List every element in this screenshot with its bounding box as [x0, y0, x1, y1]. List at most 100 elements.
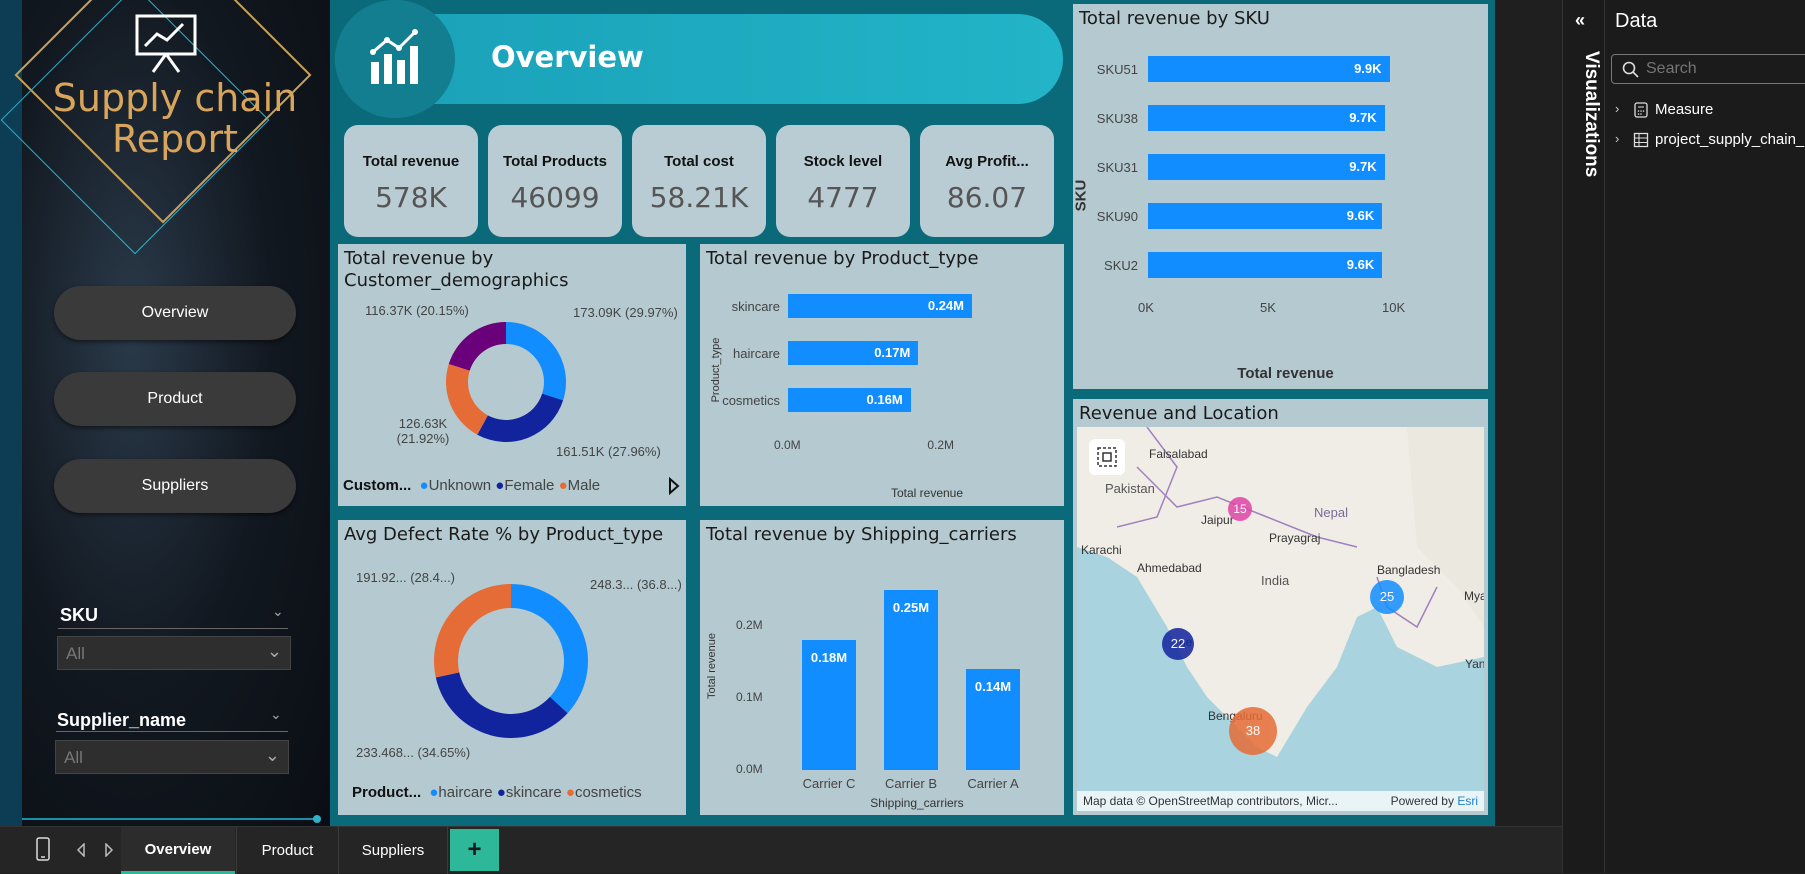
- donut-slice-non-binary[interactable]: [448, 322, 506, 371]
- tab-product[interactable]: Product: [236, 827, 338, 874]
- map-revenue-location[interactable]: Revenue and Location Faisalabad Pakistan…: [1073, 399, 1488, 815]
- mobile-layout-icon[interactable]: [36, 837, 50, 861]
- map-place-label: Bangladesh: [1377, 563, 1441, 577]
- chevron-down-icon[interactable]: ⌄: [270, 706, 282, 723]
- scroll-right-icon[interactable]: [104, 843, 114, 857]
- chart-title: Avg Defect Rate % by Product_type: [344, 524, 664, 545]
- kpi-value: 4777: [807, 181, 879, 214]
- presentation-board-icon: [135, 14, 197, 73]
- legend-next-arrow-icon[interactable]: [668, 477, 680, 495]
- legend-item[interactable]: cosmetics: [575, 784, 642, 801]
- esri-link[interactable]: Esri: [1457, 794, 1478, 808]
- scroll-handle[interactable]: [313, 815, 321, 823]
- tick-label: 0.1M: [736, 690, 763, 704]
- category-label: SKU38: [1096, 111, 1138, 126]
- column-chart-shipping-carriers[interactable]: Total revenue by Shipping_carriers 0.18M…: [700, 520, 1064, 815]
- axis-title-y: Total revenue: [706, 632, 718, 700]
- legend-dot: ●: [419, 477, 429, 494]
- tab-overview[interactable]: Overview: [121, 827, 235, 874]
- kpi-card-total-products[interactable]: Total Products 46099: [488, 125, 622, 237]
- report-title: Supply chain Report: [52, 76, 298, 161]
- chevron-down-icon: ⌄: [264, 745, 280, 765]
- add-page-button[interactable]: +: [450, 829, 499, 871]
- donut-label: 191.92... (28.4...): [356, 570, 456, 585]
- legend-item[interactable]: skincare: [506, 784, 562, 801]
- bar-carrier-c[interactable]: 0.18M: [802, 640, 856, 770]
- category-label: SKU2: [1104, 258, 1138, 273]
- legend-dot: ●: [565, 784, 575, 801]
- legend-item[interactable]: Female: [504, 477, 554, 494]
- donut-chart-defect-rate[interactable]: Avg Defect Rate % by Product_type 191.92…: [338, 520, 686, 815]
- report-canvas: Overview Total revenue 578K Total Produc…: [330, 0, 1495, 826]
- nav-button-overview[interactable]: Overview: [54, 286, 296, 340]
- bar-carrier-a[interactable]: 0.14M: [966, 669, 1020, 770]
- category-label: SKU31: [1096, 160, 1138, 175]
- supplier-slicer-dropdown[interactable]: All ⌄: [55, 740, 289, 774]
- map-attribution-bar: Map data © OpenStreetMap contributors, M…: [1077, 791, 1484, 811]
- donut-label: 126.63K (21.92%): [396, 416, 450, 446]
- bar-haircare[interactable]: 0.17M: [788, 341, 919, 365]
- tick-label: 10K: [1382, 300, 1406, 315]
- bar-SKU38[interactable]: 9.7K: [1148, 105, 1385, 131]
- kpi-value: 58.21K: [649, 181, 749, 214]
- legend-item[interactable]: Male: [568, 477, 601, 494]
- kpi-card-avg-profit[interactable]: Avg Profit... 86.07: [920, 125, 1054, 237]
- data-search-input[interactable]: [1646, 59, 1805, 79]
- field-group-table[interactable]: › project_supply_chain_: [1615, 130, 1805, 152]
- donut-chart-customer-demographics[interactable]: Total revenue by Customer_demographics 1…: [338, 244, 686, 506]
- scroll-left-icon[interactable]: [76, 843, 86, 857]
- visualizations-label[interactable]: Visualizations: [1580, 51, 1602, 177]
- nav-button-product[interactable]: Product: [54, 372, 296, 426]
- field-group-measure[interactable]: › Measure: [1615, 100, 1805, 122]
- map-place-label: Prayagraj: [1269, 531, 1321, 545]
- legend-item[interactable]: haircare: [438, 784, 492, 801]
- tick-label: 0.2M: [927, 438, 955, 452]
- donut-slice-haircare[interactable]: [434, 584, 511, 678]
- bar-chart-product-type[interactable]: Total revenue by Product_type skincare 0.…: [700, 244, 1064, 506]
- axis-title-y: Product_type: [710, 337, 722, 403]
- tab-suppliers[interactable]: Suppliers: [338, 827, 448, 874]
- bar-SKU31[interactable]: 9.7K: [1148, 154, 1385, 180]
- kpi-card-stock-level[interactable]: Stock level 4777: [776, 125, 910, 237]
- sku-slicer-dropdown[interactable]: All ⌄: [57, 636, 291, 670]
- bar-SKU90[interactable]: 9.6K: [1148, 203, 1383, 229]
- legend-title: Custom...: [343, 477, 412, 494]
- bar-cosmetics[interactable]: 0.16M: [788, 388, 911, 412]
- map-bubble[interactable]: 38: [1229, 707, 1277, 755]
- data-pane: Data › Measure › project_supply_chain_: [1604, 0, 1805, 873]
- category-label: Carrier C: [802, 776, 856, 791]
- calculator-icon: [1634, 102, 1648, 118]
- page-title: Overview: [491, 40, 644, 74]
- donut-slice-cosmetics[interactable]: [435, 672, 568, 738]
- donut-slice-female[interactable]: [477, 393, 564, 442]
- data-pane-title: Data: [1615, 10, 1658, 32]
- kpi-card-total-revenue[interactable]: Total revenue 578K: [344, 125, 478, 237]
- map-bubble[interactable]: 15: [1228, 497, 1252, 521]
- sku-slicer-label: SKU: [60, 605, 99, 625]
- map-place-label: Ahmedabad: [1137, 561, 1202, 575]
- map-area[interactable]: Faisalabad Pakistan Nepal Jaipur Prayagr…: [1077, 427, 1484, 811]
- bar-SKU51[interactable]: 9.9K: [1148, 56, 1390, 82]
- donut-slice-unknown[interactable]: [506, 322, 566, 401]
- legend-item[interactable]: Unknown: [429, 477, 492, 494]
- axis-title-y: SKU: [1072, 179, 1090, 212]
- table-icon: [1633, 132, 1649, 148]
- map-bubble[interactable]: 25: [1370, 580, 1404, 614]
- chevron-down-icon: ⌄: [266, 641, 282, 661]
- data-search-box[interactable]: [1611, 54, 1805, 84]
- donut-slice-skincare[interactable]: [511, 584, 588, 714]
- bar-chart-sku[interactable]: Total revenue by SKU SKU51 9.9K SKU38 9.7K S…: [1073, 4, 1488, 389]
- map-bubble[interactable]: 22: [1162, 628, 1194, 660]
- kpi-card-total-cost[interactable]: Total cost 58.21K: [632, 125, 766, 237]
- nav-button-suppliers[interactable]: Suppliers: [54, 459, 296, 513]
- bar-SKU2[interactable]: 9.6K: [1148, 252, 1383, 278]
- collapse-pane-icon[interactable]: «: [1575, 10, 1585, 31]
- map-powered-by: Powered by Esri: [1391, 794, 1478, 808]
- map-place-label: Nepal: [1314, 505, 1348, 520]
- bar-skincare[interactable]: 0.24M: [788, 294, 972, 318]
- map-select-tool-button[interactable]: [1089, 439, 1125, 475]
- visualizations-collapsed-pane[interactable]: « Visualizations: [1562, 0, 1604, 873]
- category-label: Carrier B: [884, 776, 937, 791]
- chevron-down-icon[interactable]: ⌄: [272, 603, 284, 620]
- bar-carrier-b[interactable]: 0.25M: [884, 590, 938, 770]
